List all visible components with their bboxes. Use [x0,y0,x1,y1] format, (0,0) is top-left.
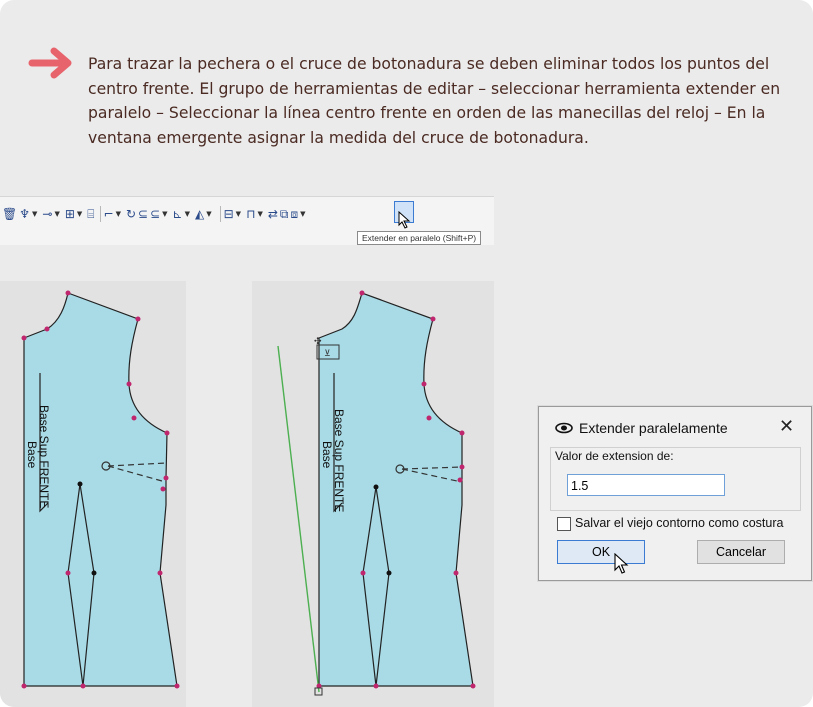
insert-tool-icon[interactable]: ⊞ [65,207,75,221]
pattern-label-secondary: Base [320,441,334,469]
rotate-icon[interactable]: ↻ [126,207,136,221]
toolbar-divider [219,206,221,222]
save-seam-checkbox[interactable] [557,517,571,531]
point-tool-icon[interactable]: ⊸ [42,207,52,221]
cancel-button[interactable]: Cancelar [697,540,785,564]
chevron-down-icon[interactable]: ▼ [300,210,305,218]
chevron-down-icon[interactable]: ▼ [236,210,241,218]
measure-icon[interactable]: ⊓ [246,207,255,221]
instruction-text: Para trazar la pechera o el cruce de bot… [88,55,781,147]
chevron-down-icon[interactable]: ▼ [206,210,211,218]
chevron-down-icon[interactable]: ▼ [54,210,59,218]
chevron-down-icon[interactable]: ▼ [257,210,262,218]
copy-icon[interactable]: ⧉ [280,207,289,222]
curve-icon[interactable]: ⌐ [104,207,114,221]
chevron-down-icon[interactable]: ▼ [185,210,190,218]
svg-text:✣: ✣ [314,337,322,347]
swap-icon[interactable]: ⇄ [268,207,278,221]
chevron-down-icon[interactable]: ▼ [116,210,121,218]
extend-parallel-icon[interactable]: ⧈ [290,207,298,222]
toolbar-divider [99,206,101,222]
align-icon[interactable]: ⌸ [87,207,94,222]
toolbar-icons: 🗑 ♆ ▼ ⊸ ▼ ⊞ ▼ ⌸ ⌐ ▼ ↻ ⊆ ⊆ ▼ ⊾ ▼ ◭ ▼ ⊟ ▼ ⊓ ▼ ⇄ ⧉ ⧈… [2,203,311,225]
mirror-icon[interactable]: ◭ [195,207,204,221]
offset-icon[interactable]: ⊆ [138,207,148,221]
offset-alt-icon[interactable]: ⊆ [150,207,160,221]
extension-value-input[interactable]: 1.5 [567,474,725,496]
piece-icon[interactable]: ⊟ [224,207,234,221]
instruction-card: Para trazar la pechera o el cruce de bot… [0,0,813,707]
save-seam-label: Salvar el viejo contorno como costura [575,516,784,530]
chevron-down-icon[interactable]: ▼ [162,210,167,218]
corner-icon[interactable]: ⊾ [173,207,183,221]
app-icon [555,422,573,434]
dialog-title: Extender paralelamente [579,420,728,436]
value-label: Valor de extension de: [553,449,676,463]
mouse-pointer-icon [614,553,629,574]
pattern-piece-original: Base Sup FRENTE Base [0,281,186,707]
dialog-titlebar: Extender paralelamente ✕ [539,416,811,440]
delete-icon[interactable]: 🗑 [2,207,17,221]
svg-text:⊻: ⊻ [324,349,331,359]
pen-tool-icon[interactable]: ♆ [19,207,30,221]
extend-parallel-dialog: Extender paralelamente ✕ Valor de extens… [538,406,812,581]
mouse-pointer-icon [398,211,411,229]
pattern-label-secondary: Base [25,441,39,469]
tooltip: Extender en paralelo (Shift+P) [357,231,482,245]
close-icon[interactable]: ✕ [779,416,794,437]
pattern-piece-extended: ⊻ Base Sup FRENTE Base ✣ [252,281,494,707]
ok-button[interactable]: OK [557,540,645,564]
chevron-down-icon[interactable]: ▼ [32,210,37,218]
arrow-right-icon [28,47,72,79]
chevron-down-icon[interactable]: ▼ [77,210,82,218]
